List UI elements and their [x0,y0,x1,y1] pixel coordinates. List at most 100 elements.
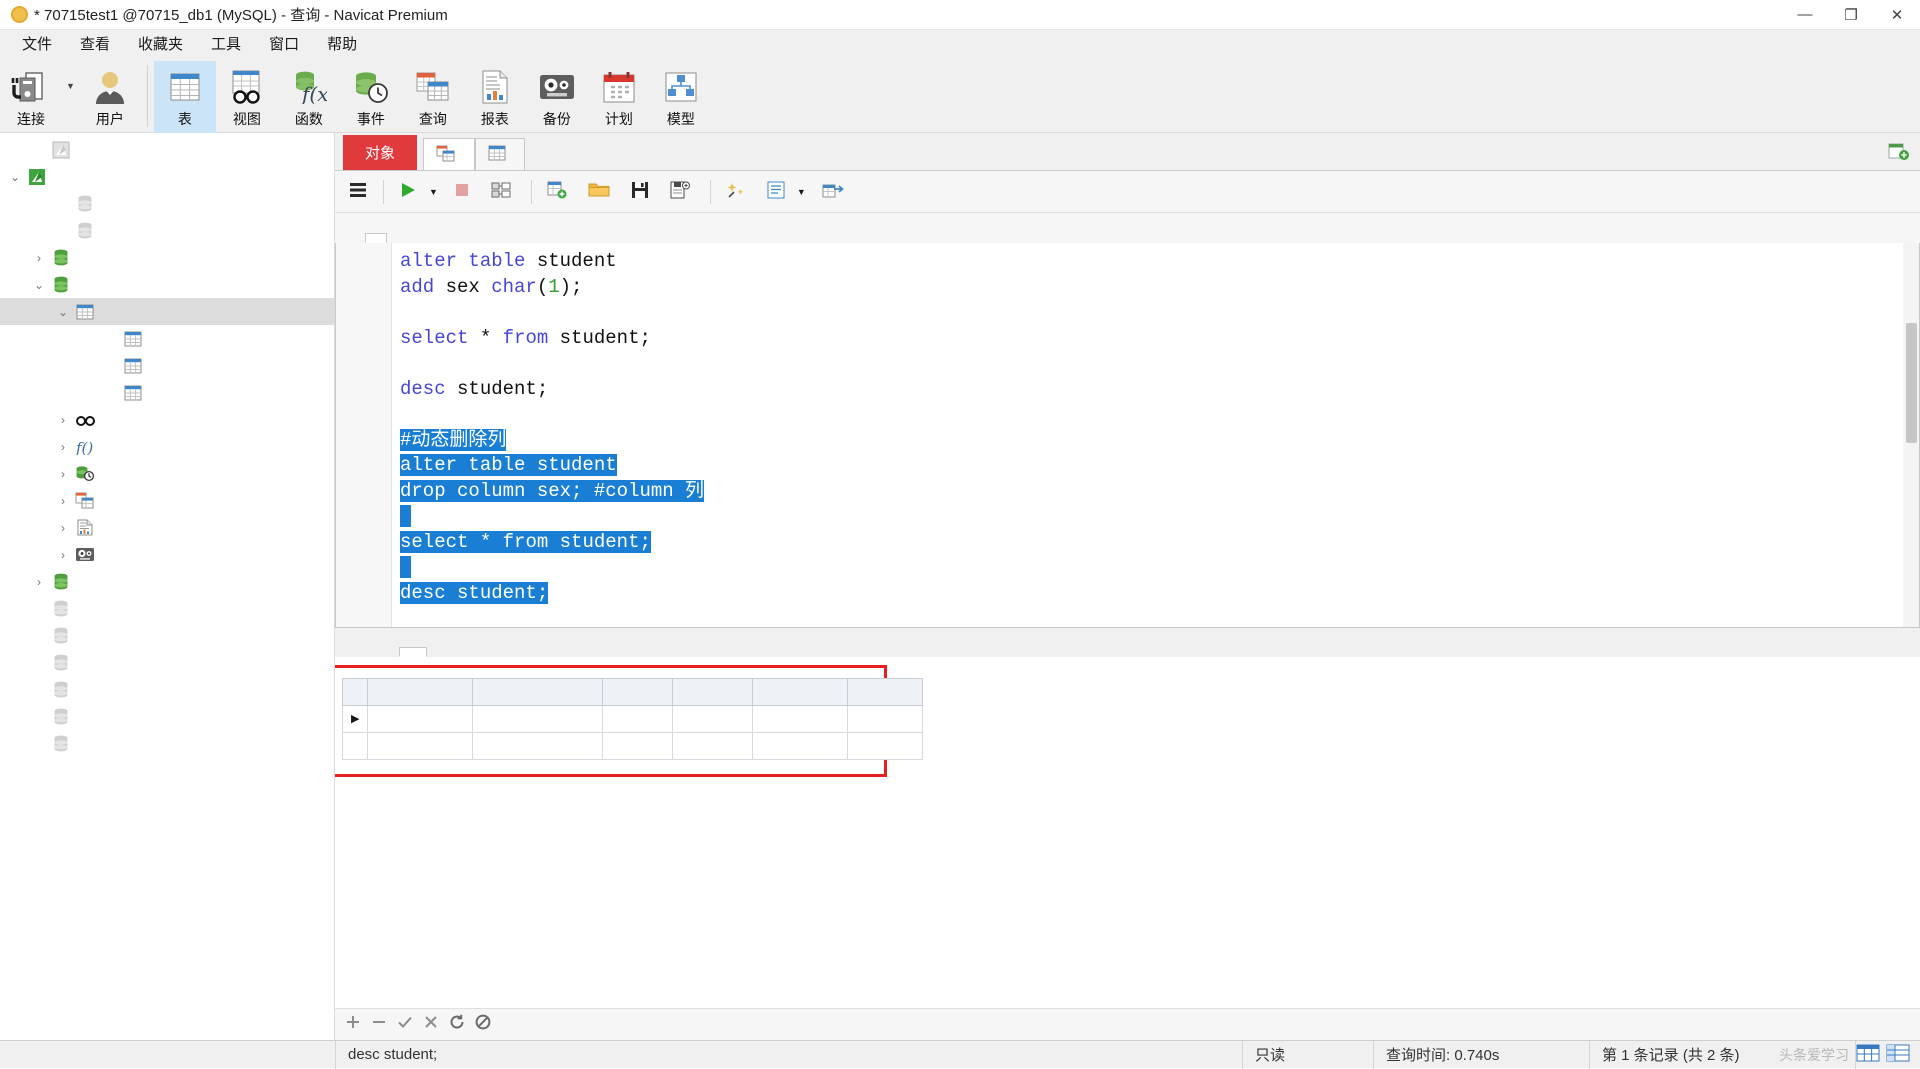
query-button-explain[interactable] [484,176,523,208]
add-record-button[interactable] [345,1014,361,1035]
tree-item-good[interactable] [0,379,334,406]
tree-twisty-icon[interactable]: ⌄ [4,170,26,184]
result-tab-2[interactable] [399,646,427,657]
tree-item-sys[interactable] [0,703,334,730]
menu-item-3[interactable]: 工具 [197,30,255,57]
menu-item-5[interactable]: 帮助 [313,30,371,57]
maximize-button[interactable]: ❐ [1828,0,1874,30]
editor-menu-button[interactable] [341,176,375,208]
query-button-new[interactable] [540,176,579,208]
tree-item-goodsdb[interactable]: › [0,568,334,595]
close-button[interactable]: ✕ [1874,0,1920,30]
grid-view-icon[interactable] [1856,1043,1880,1067]
table-row[interactable] [341,731,924,760]
query-button-comment[interactable]: ▼ [760,176,813,208]
table-row[interactable]: ▶ [341,704,924,733]
query-button-beautify[interactable] [719,176,758,208]
grid-cell[interactable] [847,731,924,760]
query-button-export[interactable] [815,176,856,208]
menu-item-0[interactable]: 文件 [8,30,66,57]
minimize-button[interactable]: — [1782,0,1828,30]
tree-item-performance_schema[interactable] [0,649,334,676]
connection-dropdown-arrow[interactable]: ▼ [62,61,79,111]
document-tab-1[interactable] [475,138,526,170]
toolbar-button-query[interactable]: 查询 [402,61,464,133]
tree-item-表[interactable]: ⌄ [0,298,334,325]
toolbar-button-schedule[interactable]: 计划 [588,61,650,133]
tree-twisty-icon[interactable]: › [52,413,74,427]
tree-twisty-icon[interactable]: › [52,494,74,508]
grid-cell[interactable] [367,731,474,760]
grid-cell[interactable] [472,731,604,760]
tree-item-70713_db4[interactable]: › [0,244,334,271]
menu-item-1[interactable]: 查看 [66,30,124,57]
tree-item-school_db[interactable] [0,676,334,703]
sql-line[interactable] [400,300,1919,326]
apply-change-button[interactable] [397,1014,413,1035]
sql-line[interactable]: desc student; [400,581,1919,607]
sql-line[interactable]: drop column sex; #column 列 [400,479,1919,505]
editor-scrollbar-thumb[interactable] [1906,323,1917,443]
grid-column-header[interactable] [847,677,924,706]
tree-item-查询[interactable]: › [0,487,334,514]
sql-editor[interactable]: alter table student add sex char(1); sele… [335,243,1920,627]
tree-twisty-icon[interactable]: › [52,440,74,454]
toolbar-button-event[interactable]: 事件 [340,61,402,133]
dropdown-arrow-icon[interactable]: ▼ [429,187,438,197]
tree-item-事件[interactable]: › [0,460,334,487]
toolbar-button-backup[interactable]: 备份 [526,61,588,133]
tree-item-category[interactable] [0,325,334,352]
sql-line[interactable] [400,504,1919,530]
result-tab-3[interactable] [427,647,455,657]
grid-column-header[interactable] [752,677,849,706]
connection-tree[interactable]: ⌄ › ⌄ ⌄ › › f() › › › › › [0,133,335,1040]
cancel-change-button[interactable] [423,1014,439,1035]
tree-item-information_schema[interactable] [0,595,334,622]
tree-twisty-icon[interactable]: › [52,467,74,481]
query-button-run[interactable]: ▼ [392,176,445,208]
grid-cell[interactable] [367,704,474,733]
toolbar-button-model[interactable]: 模型 [650,61,712,133]
result-tab-0[interactable] [343,647,371,657]
grid-cell[interactable] [672,704,754,733]
new-tab-button[interactable] [1886,138,1912,164]
sql-line[interactable] [400,555,1919,581]
document-tab-0[interactable] [423,138,476,170]
result-tab-1[interactable] [371,647,399,657]
grid-cell[interactable] [602,731,674,760]
toolbar-button-view[interactable]: 视图 [216,61,278,133]
sql-line[interactable]: #动态删除列 [400,428,1919,454]
stop-button[interactable] [475,1014,491,1035]
tree-item-报表[interactable]: › [0,514,334,541]
menu-item-4[interactable]: 窗口 [255,30,313,57]
grid-cell[interactable] [752,704,849,733]
sql-line[interactable] [400,606,1919,627]
tree-item-70713_db2[interactable] [0,190,334,217]
tree-item-yzh70713[interactable] [0,730,334,757]
editor-tab-0[interactable] [343,233,365,243]
tree-item-localhost_3306[interactable] [0,136,334,163]
result-grid[interactable]: ▶ [341,677,924,760]
tree-item-函数[interactable]: › f() [0,433,334,460]
sql-line[interactable]: select * from student; [400,326,1919,352]
tree-twisty-icon[interactable]: › [52,521,74,535]
tree-item-mysql[interactable] [0,622,334,649]
tree-twisty-icon[interactable]: ⌄ [52,305,74,319]
toolbar-button-connection[interactable]: 连接 [0,61,62,133]
sql-line[interactable]: add sex char(1); [400,275,1919,301]
menu-item-2[interactable]: 收藏夹 [124,30,197,57]
editor-tab-1[interactable] [365,233,387,243]
toolbar-button-table[interactable]: 表 [153,61,216,133]
sql-line[interactable]: alter table student [400,249,1919,275]
object-tab[interactable]: 对象 [343,135,418,170]
dropdown-arrow-icon[interactable]: ▼ [797,187,806,197]
query-button-save-as[interactable] [663,176,702,208]
form-view-icon[interactable] [1886,1043,1910,1067]
editor-scrollbar[interactable] [1903,243,1919,627]
toolbar-button-user[interactable]: 用户 [79,61,141,133]
tree-twisty-icon[interactable]: › [28,575,50,589]
sql-code-area[interactable]: alter table student add sex char(1); sele… [392,243,1919,627]
tree-twisty-icon[interactable]: ⌄ [28,278,50,292]
delete-record-button[interactable] [371,1014,387,1035]
query-button-save[interactable] [624,176,661,208]
